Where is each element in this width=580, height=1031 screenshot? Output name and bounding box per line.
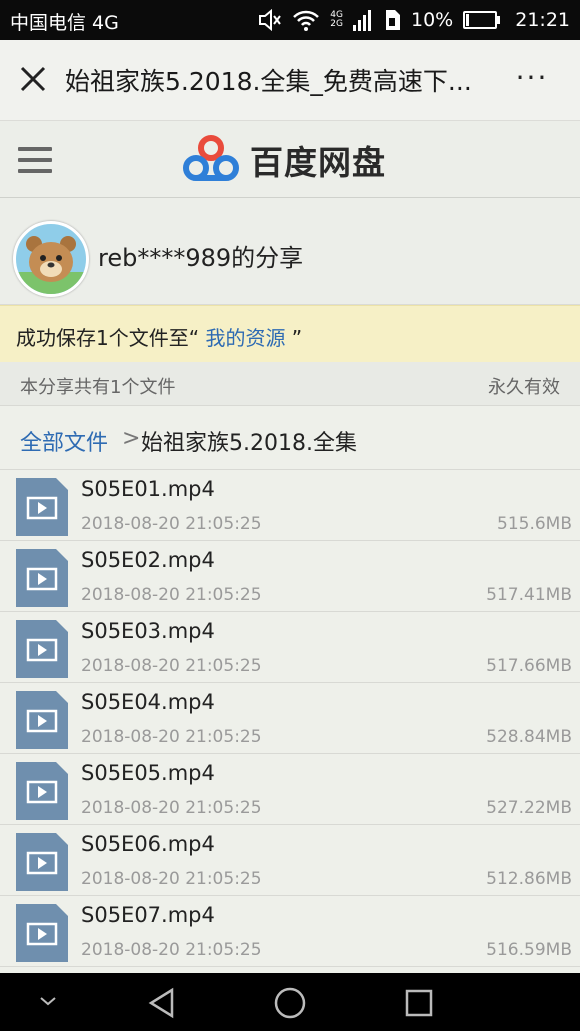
carrier-label: 中国电信 4G: [10, 12, 119, 34]
brand-name: 百度网盘: [250, 143, 386, 182]
video-file-icon: [16, 478, 68, 536]
file-name: S05E07.mp4: [81, 903, 215, 927]
file-date: 2018-08-20 21:05:25: [81, 585, 262, 605]
file-item[interactable]: S05E01.mp4 2018-08-20 21:05:25 515.6MB: [0, 470, 580, 541]
file-size: 517.66MB: [486, 656, 572, 676]
my-resources-link[interactable]: 我的资源: [205, 326, 285, 350]
file-size: 515.6MB: [497, 514, 572, 534]
save-message: 成功保存1个文件至“ 我的资源 ”: [16, 326, 303, 350]
page-title: 始祖家族5.2018.全集_免费高速下...: [65, 67, 472, 96]
mute-icon: [259, 9, 282, 31]
recents-icon[interactable]: [404, 988, 434, 1018]
video-file-icon: [16, 762, 68, 820]
status-icons: 4G 2G 10% 21:21: [258, 0, 570, 40]
sharer-row: reb****989的分享: [0, 198, 580, 305]
file-date: 2018-08-20 21:05:25: [81, 727, 262, 747]
file-date: 2018-08-20 21:05:25: [81, 940, 262, 960]
navigation-bar: [0, 973, 580, 1031]
file-size: 512.86MB: [486, 869, 572, 889]
file-count-text: 本分享共有1个文件: [20, 377, 176, 398]
sharer-name: reb****989的分享: [98, 244, 304, 272]
hide-keyboard-icon[interactable]: [36, 993, 60, 1009]
menu-icon[interactable]: [18, 147, 52, 173]
more-options-icon[interactable]: ···: [512, 64, 552, 92]
video-file-icon: [16, 620, 68, 678]
validity-text: 永久有效: [488, 377, 560, 398]
share-summary: 本分享共有1个文件 永久有效: [0, 362, 580, 406]
file-size: 527.22MB: [486, 798, 572, 818]
file-date: 2018-08-20 21:05:25: [81, 656, 262, 676]
baidu-netdisk-logo: [183, 135, 239, 181]
file-name: S05E06.mp4: [81, 832, 215, 856]
file-size: 528.84MB: [486, 727, 572, 747]
file-date: 2018-08-20 21:05:25: [81, 514, 262, 534]
file-name: S05E03.mp4: [81, 619, 215, 643]
battery-fill: [466, 14, 470, 26]
close-icon[interactable]: [18, 64, 48, 94]
battery-icon: [463, 11, 501, 29]
file-item[interactable]: S05E07.mp4 2018-08-20 21:05:25 516.59MB: [0, 896, 580, 967]
file-size: 517.41MB: [486, 585, 572, 605]
breadcrumb: 全部文件 > 始祖家族5.2018.全集: [0, 406, 580, 470]
file-item[interactable]: S05E06.mp4 2018-08-20 21:05:25 512.86MB: [0, 825, 580, 896]
video-file-icon: [16, 833, 68, 891]
file-date: 2018-08-20 21:05:25: [81, 869, 262, 889]
video-file-icon: [16, 904, 68, 962]
breadcrumb-current: 始祖家族5.2018.全集: [141, 431, 357, 456]
video-file-icon: [16, 549, 68, 607]
status-bar: 中国电信 4G 4G 2G 10% 21:21: [0, 0, 580, 40]
file-item[interactable]: S05E02.mp4 2018-08-20 21:05:25 517.41MB: [0, 541, 580, 612]
sim-icon: [386, 10, 400, 30]
back-icon[interactable]: [146, 987, 178, 1019]
bear-avatar-icon: [16, 236, 86, 294]
avatar[interactable]: [13, 221, 89, 297]
file-name: S05E04.mp4: [81, 690, 215, 714]
title-bar: 始祖家族5.2018.全集_免费高速下... ···: [0, 40, 580, 121]
file-item[interactable]: S05E04.mp4 2018-08-20 21:05:25 528.84MB: [0, 683, 580, 754]
breadcrumb-root[interactable]: 全部文件: [20, 425, 108, 457]
home-icon[interactable]: [273, 986, 307, 1020]
clock: 21:21: [515, 9, 570, 31]
file-list: S05E01.mp4 2018-08-20 21:05:25 515.6MB S…: [0, 470, 580, 967]
file-name: S05E02.mp4: [81, 548, 215, 572]
brand-header: 百度网盘: [0, 121, 580, 198]
file-date: 2018-08-20 21:05:25: [81, 798, 262, 818]
save-success-banner: 成功保存1个文件至“ 我的资源 ”: [0, 305, 580, 363]
wifi-icon: [293, 10, 320, 31]
breadcrumb-separator: >: [122, 426, 141, 451]
file-item[interactable]: S05E05.mp4 2018-08-20 21:05:25 527.22MB: [0, 754, 580, 825]
video-file-icon: [16, 691, 68, 749]
network-type: 4G 2G: [330, 10, 343, 29]
file-name: S05E05.mp4: [81, 761, 215, 785]
file-item[interactable]: S05E03.mp4 2018-08-20 21:05:25 517.66MB: [0, 612, 580, 683]
battery-percent: 10%: [411, 9, 454, 31]
signal-icon: [353, 10, 371, 31]
file-size: 516.59MB: [486, 940, 572, 960]
file-name: S05E01.mp4: [81, 477, 215, 501]
